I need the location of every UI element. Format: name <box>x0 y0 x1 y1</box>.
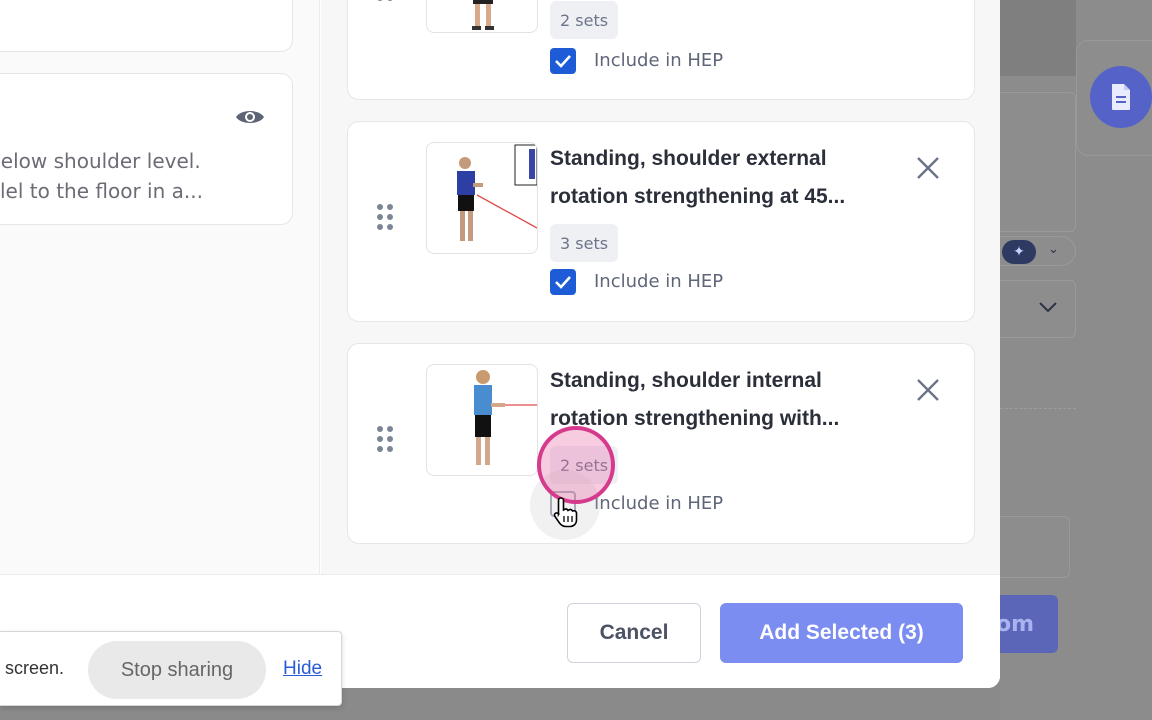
exercise-title: Standing, shoulder internal rotation str… <box>550 369 840 430</box>
exercise-thumbnail <box>426 0 538 33</box>
drag-handle-icon[interactable] <box>377 426 395 454</box>
include-hep-label: Include in HEP <box>594 50 724 71</box>
screen-sharing-bar: screen. Stop sharing Hide <box>0 631 342 706</box>
include-hep-checkbox[interactable] <box>550 48 576 74</box>
hand-cursor-icon <box>553 497 578 528</box>
selected-exercise-card: Standing, shoulder external rotation str… <box>347 121 975 322</box>
click-indicator <box>537 426 615 504</box>
close-icon[interactable] <box>914 376 942 404</box>
exercise-figure-image <box>472 0 494 30</box>
close-icon[interactable] <box>914 154 942 182</box>
include-hep-label: Include in HEP <box>594 493 724 514</box>
background-button-label: om <box>996 611 1035 637</box>
cancel-button[interactable]: Cancel <box>567 603 701 663</box>
background-header-block <box>1000 0 1076 76</box>
exercise-thumbnail <box>426 142 538 254</box>
sparkle-icon: ✦ <box>1002 240 1036 264</box>
sharing-message: screen. <box>5 658 65 678</box>
chevron-down-icon: ⌄ <box>1048 242 1059 257</box>
document-button[interactable] <box>1090 66 1152 128</box>
exercise-library-pane: ont below shoulder level. parallel to th… <box>0 0 320 574</box>
background-textarea <box>1000 92 1076 319</box>
include-hep-checkbox[interactable] <box>550 269 576 295</box>
eye-icon[interactable] <box>235 107 265 127</box>
library-card[interactable]: ont below shoulder level. parallel to th… <box>0 73 293 225</box>
sets-badge: 2 sets <box>550 1 619 39</box>
background-ai-toggle: ✦ ⌄ <box>1000 236 1076 266</box>
background-button: om <box>996 595 1058 653</box>
library-card-description: ont below shoulder level. parallel to th… <box>0 149 203 203</box>
include-hep-label: Include in HEP <box>594 271 724 292</box>
drag-handle-icon[interactable] <box>377 204 395 232</box>
library-card[interactable] <box>0 0 293 52</box>
background-input <box>1000 516 1070 578</box>
check-icon <box>555 276 571 289</box>
drag-handle-icon[interactable] <box>377 0 395 23</box>
selected-exercises-pane: 2 sets Include in HEP Standing, shoulder… <box>321 0 1000 574</box>
selected-exercise-card: Standing, shoulder internal rotation str… <box>347 343 975 544</box>
sets-badge: 3 sets <box>550 224 619 262</box>
hide-link[interactable]: Hide <box>283 658 322 680</box>
background-select <box>1000 280 1076 338</box>
document-icon <box>1112 84 1130 110</box>
background-divider <box>1000 408 1076 409</box>
chevron-down-icon <box>1039 302 1057 313</box>
add-exercises-modal: ont below shoulder level. parallel to th… <box>0 0 1000 688</box>
check-icon <box>555 55 571 68</box>
selected-exercise-card: 2 sets Include in HEP <box>347 0 975 100</box>
exercise-figure-image <box>457 144 537 241</box>
exercise-title: Standing, shoulder external rotation str… <box>550 147 846 208</box>
stop-sharing-button[interactable]: Stop sharing <box>88 641 266 699</box>
add-selected-button[interactable]: Add Selected (3) <box>720 603 963 663</box>
exercise-thumbnail <box>426 364 538 476</box>
exercise-figure-image <box>474 370 537 465</box>
